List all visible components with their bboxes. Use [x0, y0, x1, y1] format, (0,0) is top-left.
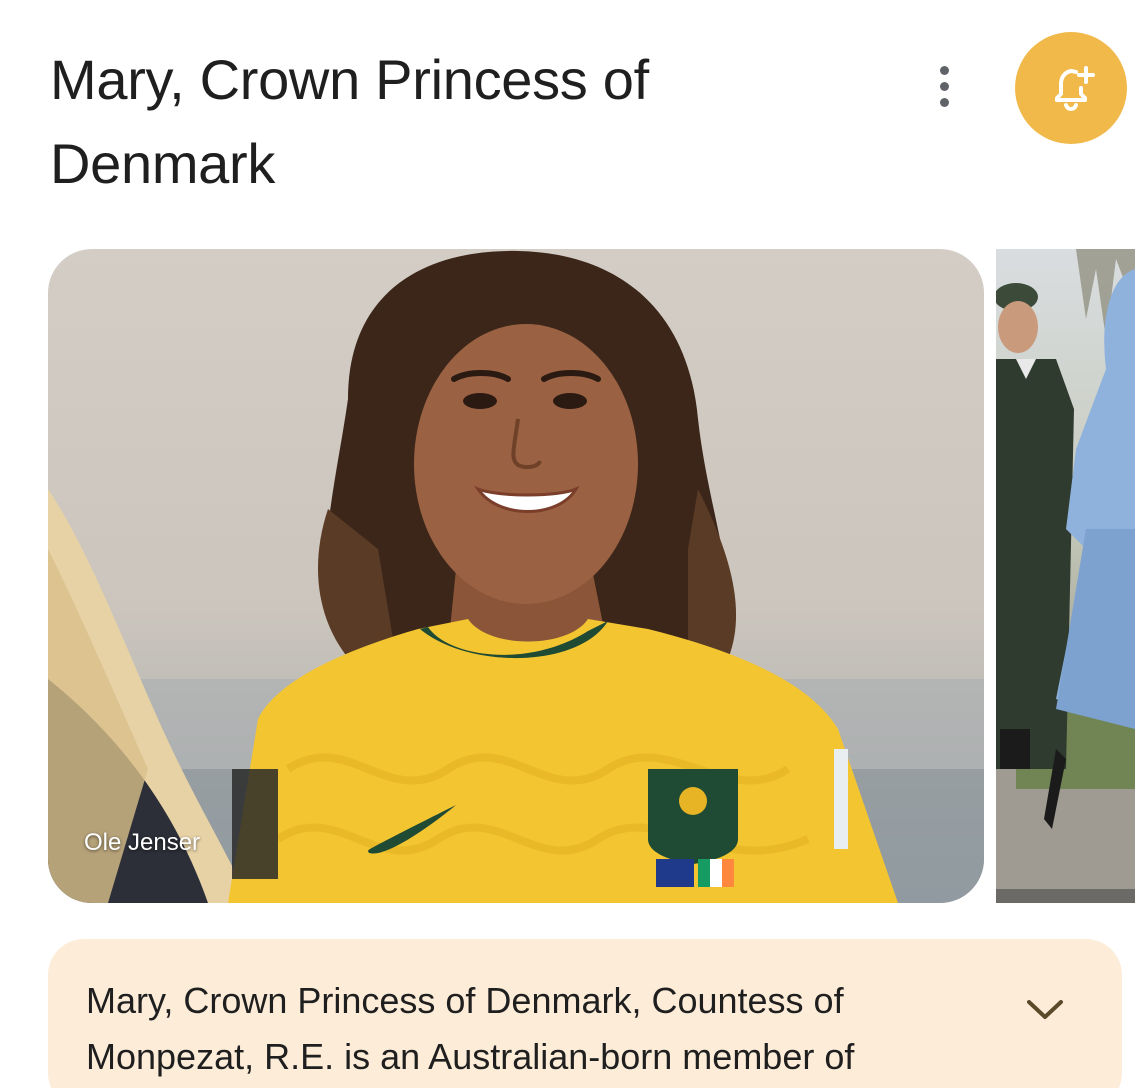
summary-card: Mary, Crown Princess of Denmark, Countes… [48, 939, 1122, 1088]
secondary-image [996, 249, 1135, 903]
page-title: Mary, Crown Princess of Denmark [50, 48, 649, 195]
photo-caption: Ole Jenser [84, 829, 201, 856]
more-vert-icon-dot [939, 81, 949, 91]
more-options-button[interactable] [922, 60, 966, 112]
chevron-down-icon [1027, 1000, 1063, 1019]
secondary-photo[interactable] [996, 249, 1135, 903]
portrait-image [48, 250, 984, 903]
main-photo[interactable]: Ole Jenser [48, 249, 984, 903]
knowledge-panel: Mary, Crown Princess of Denmark Ole Jens… [0, 0, 1135, 1088]
expand-button[interactable] [1022, 989, 1068, 1029]
more-vert-icon-dot [939, 97, 949, 107]
image-gallery: Ole Jenser [48, 249, 1135, 903]
bell-plus-icon [1055, 66, 1095, 112]
summary-text: Mary, Crown Princess of Denmark, Countes… [86, 980, 855, 1077]
follow-button[interactable] [1015, 32, 1127, 144]
more-vert-icon [939, 65, 949, 75]
